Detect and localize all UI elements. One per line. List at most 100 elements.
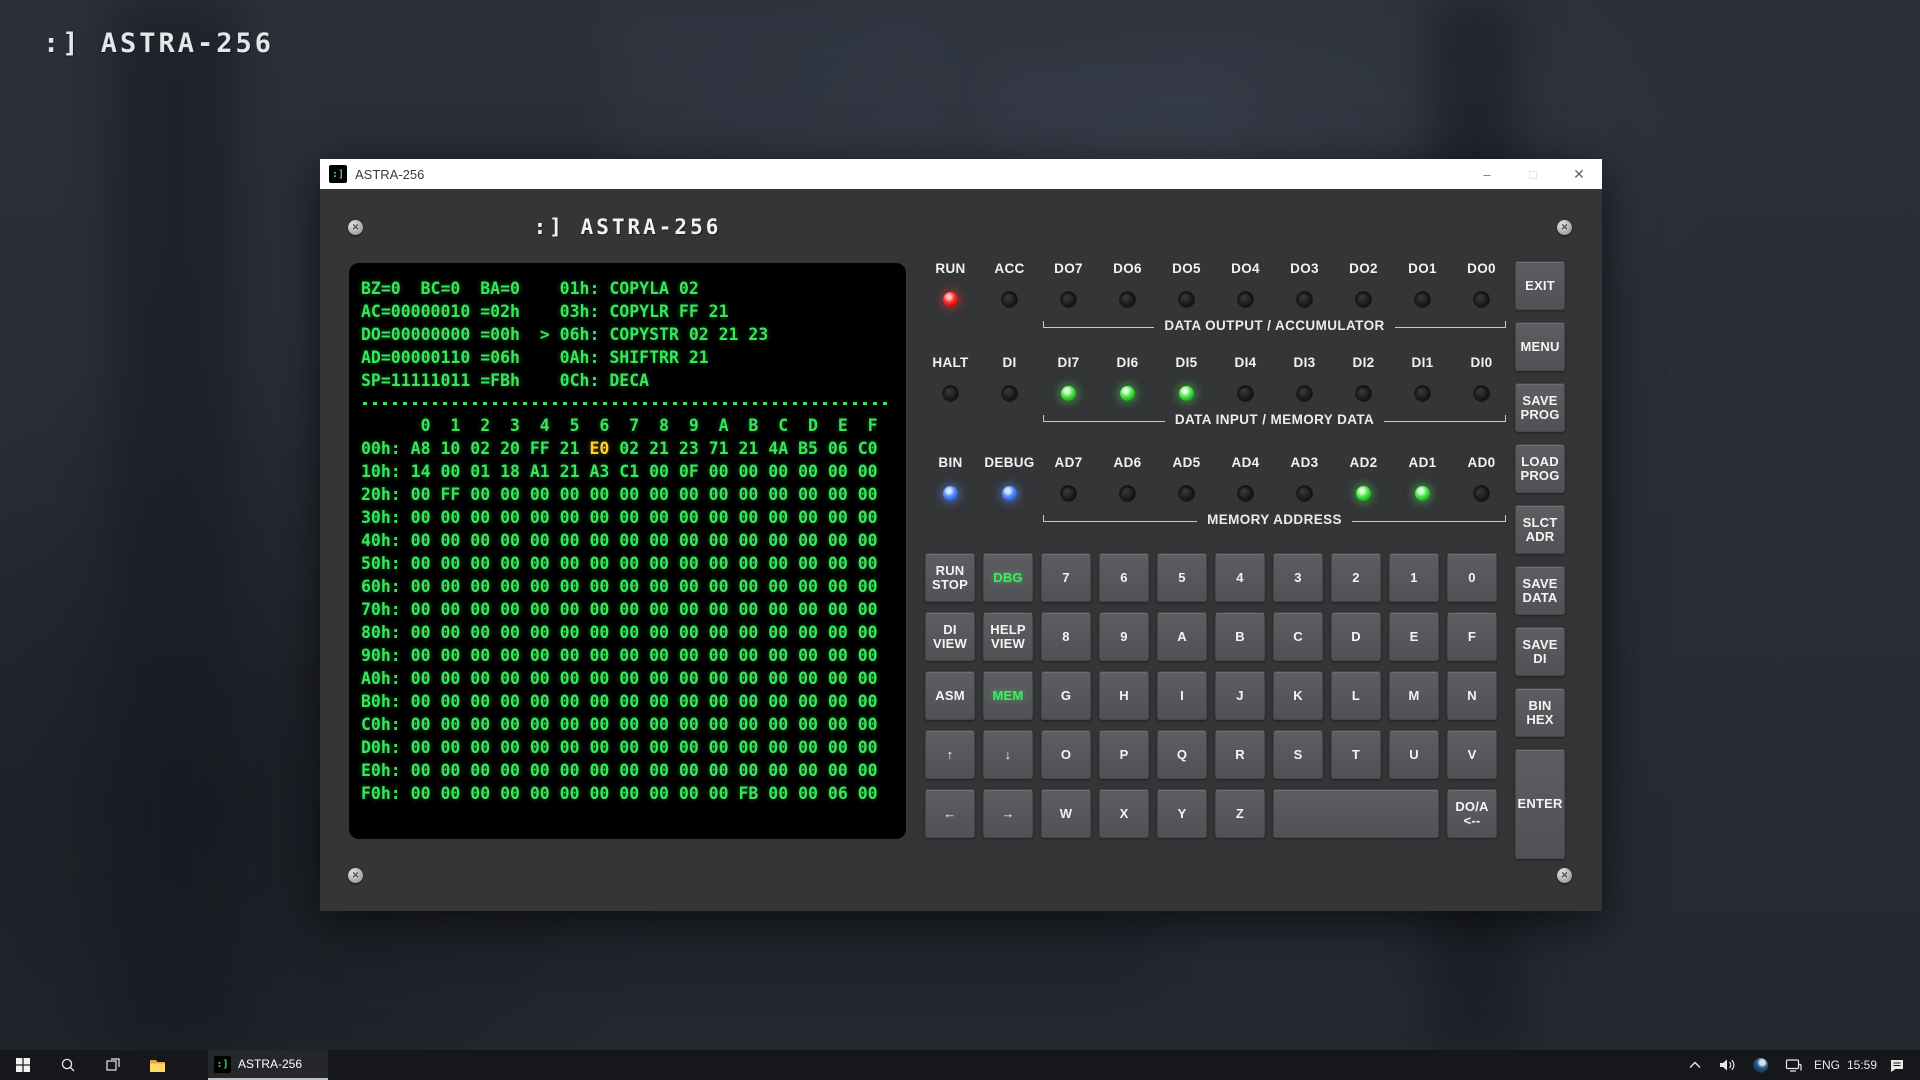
- key-di-view[interactable]: DI VIEW: [925, 612, 975, 661]
- led-acc-indicator: [1002, 292, 1017, 307]
- key-arrow-up[interactable]: ↑: [925, 730, 975, 779]
- start-button[interactable]: [0, 1050, 45, 1080]
- led-cell: [1393, 385, 1452, 401]
- search-button[interactable]: [45, 1050, 90, 1080]
- memory-dump-row: 70h: 00 00 00 00 00 00 00 00 00 00 00 00…: [361, 598, 894, 621]
- key-key-j[interactable]: J: [1215, 671, 1265, 720]
- maximize-button[interactable]: □: [1510, 159, 1556, 189]
- save-prog-button[interactable]: SAVE PROG: [1515, 383, 1565, 432]
- file-explorer-button[interactable]: [135, 1050, 180, 1080]
- key-help-view[interactable]: HELP VIEW: [983, 612, 1033, 661]
- led-do3-indicator: [1297, 292, 1312, 307]
- key-key-t[interactable]: T: [1331, 730, 1381, 779]
- close-button[interactable]: ✕: [1556, 159, 1602, 189]
- key-key-3[interactable]: 3: [1273, 553, 1323, 602]
- led-cell: [1157, 291, 1216, 307]
- key-key-z[interactable]: Z: [1215, 789, 1265, 838]
- key-key-a[interactable]: A: [1157, 612, 1207, 661]
- key-key-q[interactable]: Q: [1157, 730, 1207, 779]
- key-key-c[interactable]: C: [1273, 612, 1323, 661]
- key-key-e[interactable]: E: [1389, 612, 1439, 661]
- key-key-g[interactable]: G: [1041, 671, 1091, 720]
- key-key-5[interactable]: 5: [1157, 553, 1207, 602]
- minimize-button[interactable]: –: [1464, 159, 1510, 189]
- key-key-r[interactable]: R: [1215, 730, 1265, 779]
- led-ad1-indicator: [1415, 486, 1430, 501]
- led-cell: [1393, 291, 1452, 307]
- key-run-stop[interactable]: RUN STOP: [925, 553, 975, 602]
- taskbar-app-astra-256[interactable]: :] ASTRA-256: [208, 1050, 328, 1080]
- key-key-k[interactable]: K: [1273, 671, 1323, 720]
- key-key-x[interactable]: X: [1099, 789, 1149, 838]
- led-label-do4: DO4: [1216, 261, 1275, 279]
- key-key-b[interactable]: B: [1215, 612, 1265, 661]
- key-key-7[interactable]: 7: [1041, 553, 1091, 602]
- exit-button[interactable]: EXIT: [1515, 261, 1565, 310]
- volume-icon[interactable]: [1715, 1050, 1741, 1080]
- terminal-text: BZ=0 BC=0 BA=0 01h: COPYLA 02AC=00000010…: [361, 277, 894, 805]
- tray-chevron-up-icon[interactable]: [1682, 1050, 1708, 1080]
- group-bracket-line: [1043, 415, 1165, 422]
- led-do1-indicator: [1415, 292, 1430, 307]
- window-titlebar[interactable]: :] ASTRA-256 – □ ✕: [320, 159, 1602, 189]
- key-dbg[interactable]: DBG: [983, 553, 1033, 602]
- bin-hex-button[interactable]: BIN HEX: [1515, 688, 1565, 737]
- key-asm[interactable]: ASM: [925, 671, 975, 720]
- language-indicator[interactable]: ENG: [1814, 1050, 1840, 1080]
- led-label-di1: DI1: [1393, 355, 1452, 373]
- key-key-s[interactable]: S: [1273, 730, 1323, 779]
- system-tray: ENG 15:59: [1682, 1050, 1920, 1080]
- key-key-o[interactable]: O: [1041, 730, 1091, 779]
- led-cell: [1157, 385, 1216, 401]
- folder-icon: [149, 1058, 166, 1073]
- key-key-n[interactable]: N: [1447, 671, 1497, 720]
- key-key-i[interactable]: I: [1157, 671, 1207, 720]
- key-arrow-left[interactable]: ←: [925, 789, 975, 838]
- window-title: ASTRA-256: [355, 167, 424, 182]
- enter-button[interactable]: ENTER: [1515, 749, 1565, 859]
- notification-center-icon[interactable]: [1884, 1050, 1910, 1080]
- key-key-1[interactable]: 1: [1389, 553, 1439, 602]
- load-prog-button[interactable]: LOAD PROG: [1515, 444, 1565, 493]
- key-key-p[interactable]: P: [1099, 730, 1149, 779]
- save-di-button[interactable]: SAVE DI: [1515, 627, 1565, 676]
- save-data-button[interactable]: SAVE DATA: [1515, 566, 1565, 615]
- led-label-do3: DO3: [1275, 261, 1334, 279]
- key-key-0[interactable]: 0: [1447, 553, 1497, 602]
- app-icon: :]: [329, 165, 347, 183]
- task-view-button[interactable]: [90, 1050, 135, 1080]
- key-key-m[interactable]: M: [1389, 671, 1439, 720]
- key-mem[interactable]: MEM: [983, 671, 1033, 720]
- key-arrow-right[interactable]: →: [983, 789, 1033, 838]
- menu-button[interactable]: MENU: [1515, 322, 1565, 371]
- key-key-f[interactable]: F: [1447, 612, 1497, 661]
- key-key-w[interactable]: W: [1041, 789, 1091, 838]
- key-blank[interactable]: [1273, 789, 1439, 838]
- key-key-u[interactable]: U: [1389, 730, 1439, 779]
- key-key-d[interactable]: D: [1331, 612, 1381, 661]
- key-key-6[interactable]: 6: [1099, 553, 1149, 602]
- group-bracket-line: [1352, 515, 1506, 522]
- key-key-9[interactable]: 9: [1099, 612, 1149, 661]
- led-cell: [1275, 385, 1334, 401]
- key-key-l[interactable]: L: [1331, 671, 1381, 720]
- led-cell: [1216, 385, 1275, 401]
- led-cell: [1452, 291, 1511, 307]
- key-key-y[interactable]: Y: [1157, 789, 1207, 838]
- key-key-v[interactable]: V: [1447, 730, 1497, 779]
- network-icon[interactable]: [1781, 1050, 1807, 1080]
- key-key-8[interactable]: 8: [1041, 612, 1091, 661]
- led-ad0-indicator: [1474, 486, 1489, 501]
- led-label-do0: DO0: [1452, 261, 1511, 279]
- led-row-data-input: HALTDIDI7DI6DI5DI4DI3DI2DI1DI0 DATA INPU…: [921, 355, 1511, 429]
- led-label-ad6: AD6: [1098, 455, 1157, 473]
- led-cell: [1393, 485, 1452, 501]
- clock[interactable]: 15:59: [1847, 1050, 1877, 1080]
- key-key-2[interactable]: 2: [1331, 553, 1381, 602]
- slct-adr-button[interactable]: SLCT ADR: [1515, 505, 1565, 554]
- key-do-a[interactable]: DO/A <--: [1447, 789, 1497, 838]
- steam-icon[interactable]: [1748, 1050, 1774, 1080]
- key-key-h[interactable]: H: [1099, 671, 1149, 720]
- key-key-4[interactable]: 4: [1215, 553, 1265, 602]
- key-arrow-down[interactable]: ↓: [983, 730, 1033, 779]
